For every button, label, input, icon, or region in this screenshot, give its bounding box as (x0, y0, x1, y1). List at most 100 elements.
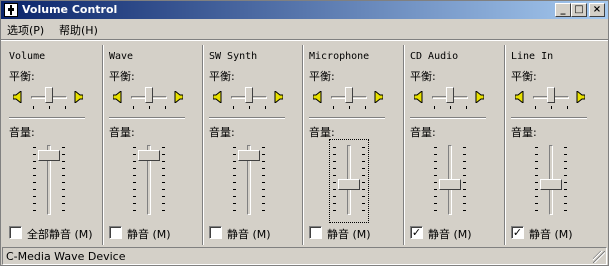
menu-separator (1, 39, 608, 41)
left-speaker-icon (112, 89, 123, 105)
balance-tick (65, 106, 66, 109)
volume-slider[interactable] (131, 141, 167, 221)
volume-tick (434, 203, 437, 204)
minimize-button[interactable]: _ (555, 3, 571, 17)
balance-tick (551, 106, 552, 109)
volume-tick (162, 154, 165, 155)
balance-separator (410, 117, 486, 119)
mute-checkbox-checked[interactable]: ✓ (410, 226, 423, 239)
balance-slider[interactable] (129, 87, 169, 109)
volume-tick (162, 161, 165, 162)
volume-tick (535, 210, 538, 211)
resize-grip-icon[interactable] (593, 251, 605, 263)
volume-tick (463, 182, 466, 183)
volume-thumb[interactable] (540, 179, 562, 191)
balance-separator (9, 117, 85, 119)
balance-tick (149, 106, 150, 109)
volume-tick (434, 196, 437, 197)
mute-toggle[interactable]: ✓ 静音 (M) (511, 225, 601, 241)
volume-tick (33, 147, 36, 148)
mute-checkbox[interactable] (9, 226, 22, 239)
balance-thumb[interactable] (345, 87, 353, 103)
balance-thumb[interactable] (245, 87, 253, 103)
volume-app-icon[interactable] (4, 3, 18, 17)
mute-label: 全部静音 (M) (27, 228, 93, 241)
volume-tick (564, 175, 567, 176)
mute-toggle[interactable]: 静音 (M) (109, 225, 199, 241)
volume-tick (434, 147, 437, 148)
volume-tick (62, 210, 65, 211)
volume-tick (262, 147, 265, 148)
volume-tick (564, 203, 567, 204)
volume-tick (133, 182, 136, 183)
volume-tick (162, 168, 165, 169)
volume-tick (262, 196, 265, 197)
volume-tick (133, 196, 136, 197)
volume-tick (262, 182, 265, 183)
volume-tick (434, 210, 437, 211)
volume-thumb[interactable] (439, 179, 461, 191)
volume-tick (133, 175, 136, 176)
balance-slider[interactable] (531, 87, 571, 109)
channel-name: SW Synth (209, 51, 258, 62)
maximize-button[interactable]: □ (571, 3, 587, 17)
mute-checkbox-checked[interactable]: ✓ (511, 226, 524, 239)
balance-thumb[interactable] (446, 87, 454, 103)
volume-slider[interactable] (432, 141, 468, 221)
close-button[interactable]: × (589, 3, 605, 17)
volume-tick (463, 210, 466, 211)
volume-slider[interactable] (231, 141, 267, 221)
volume-tick (262, 175, 265, 176)
volume-tick (162, 189, 165, 190)
volume-tick (463, 168, 466, 169)
balance-slider[interactable] (430, 87, 470, 109)
balance-thumb[interactable] (547, 87, 555, 103)
mute-checkbox[interactable] (209, 226, 222, 239)
volume-thumb[interactable] (238, 149, 260, 161)
channel-name: Volume (9, 51, 46, 62)
menu-help[interactable]: 帮助(H) (59, 22, 98, 38)
volume-tick (535, 196, 538, 197)
volume-slider[interactable] (533, 141, 569, 221)
channel-name: Line In (511, 51, 554, 62)
menu-options[interactable]: 选项(P) (7, 22, 44, 38)
balance-tick (567, 106, 568, 109)
mute-toggle[interactable]: 静音 (M) (209, 225, 299, 241)
volume-thumb[interactable] (138, 149, 160, 161)
balance-slider[interactable] (329, 87, 369, 109)
volume-tick (233, 203, 236, 204)
mute-checkbox[interactable] (309, 226, 322, 239)
mute-toggle[interactable]: 全部静音 (M) (9, 225, 99, 241)
balance-label: 平衡: (511, 70, 537, 83)
mute-checkbox[interactable] (109, 226, 122, 239)
balance-thumb[interactable] (45, 87, 53, 103)
mute-label: 静音 (M) (227, 228, 271, 241)
volume-tick (62, 182, 65, 183)
volume-tick (62, 161, 65, 162)
panel-divider (504, 45, 506, 245)
balance-thumb[interactable] (145, 87, 153, 103)
volume-thumb[interactable] (38, 149, 60, 161)
volume-tick (33, 210, 36, 211)
title-bar[interactable]: Volume Control _ □ × (1, 1, 608, 19)
volume-tick (262, 189, 265, 190)
volume-tick (535, 189, 538, 190)
status-text: C-Media Wave Device (6, 250, 126, 263)
channel-panel: Volume 平衡: 音量: 全部静音 (M) (9, 43, 99, 245)
right-speaker-icon (474, 89, 485, 105)
mute-toggle[interactable]: ✓ 静音 (M) (410, 225, 500, 241)
balance-separator (309, 117, 385, 119)
balance-tick (165, 106, 166, 109)
volume-slider[interactable] (31, 141, 67, 221)
volume-slider[interactable] (329, 139, 369, 223)
balance-slider[interactable] (229, 87, 269, 109)
volume-tick (33, 175, 36, 176)
volume-thumb[interactable] (338, 179, 360, 191)
volume-tick (62, 196, 65, 197)
mute-toggle[interactable]: 静音 (M) (309, 225, 399, 241)
volume-tick (362, 154, 365, 155)
channel-panel: Line In 平衡: 音量: ✓ 静音 (M) (511, 43, 601, 245)
volume-tick (463, 203, 466, 204)
balance-slider[interactable] (29, 87, 69, 109)
volume-tick (463, 161, 466, 162)
